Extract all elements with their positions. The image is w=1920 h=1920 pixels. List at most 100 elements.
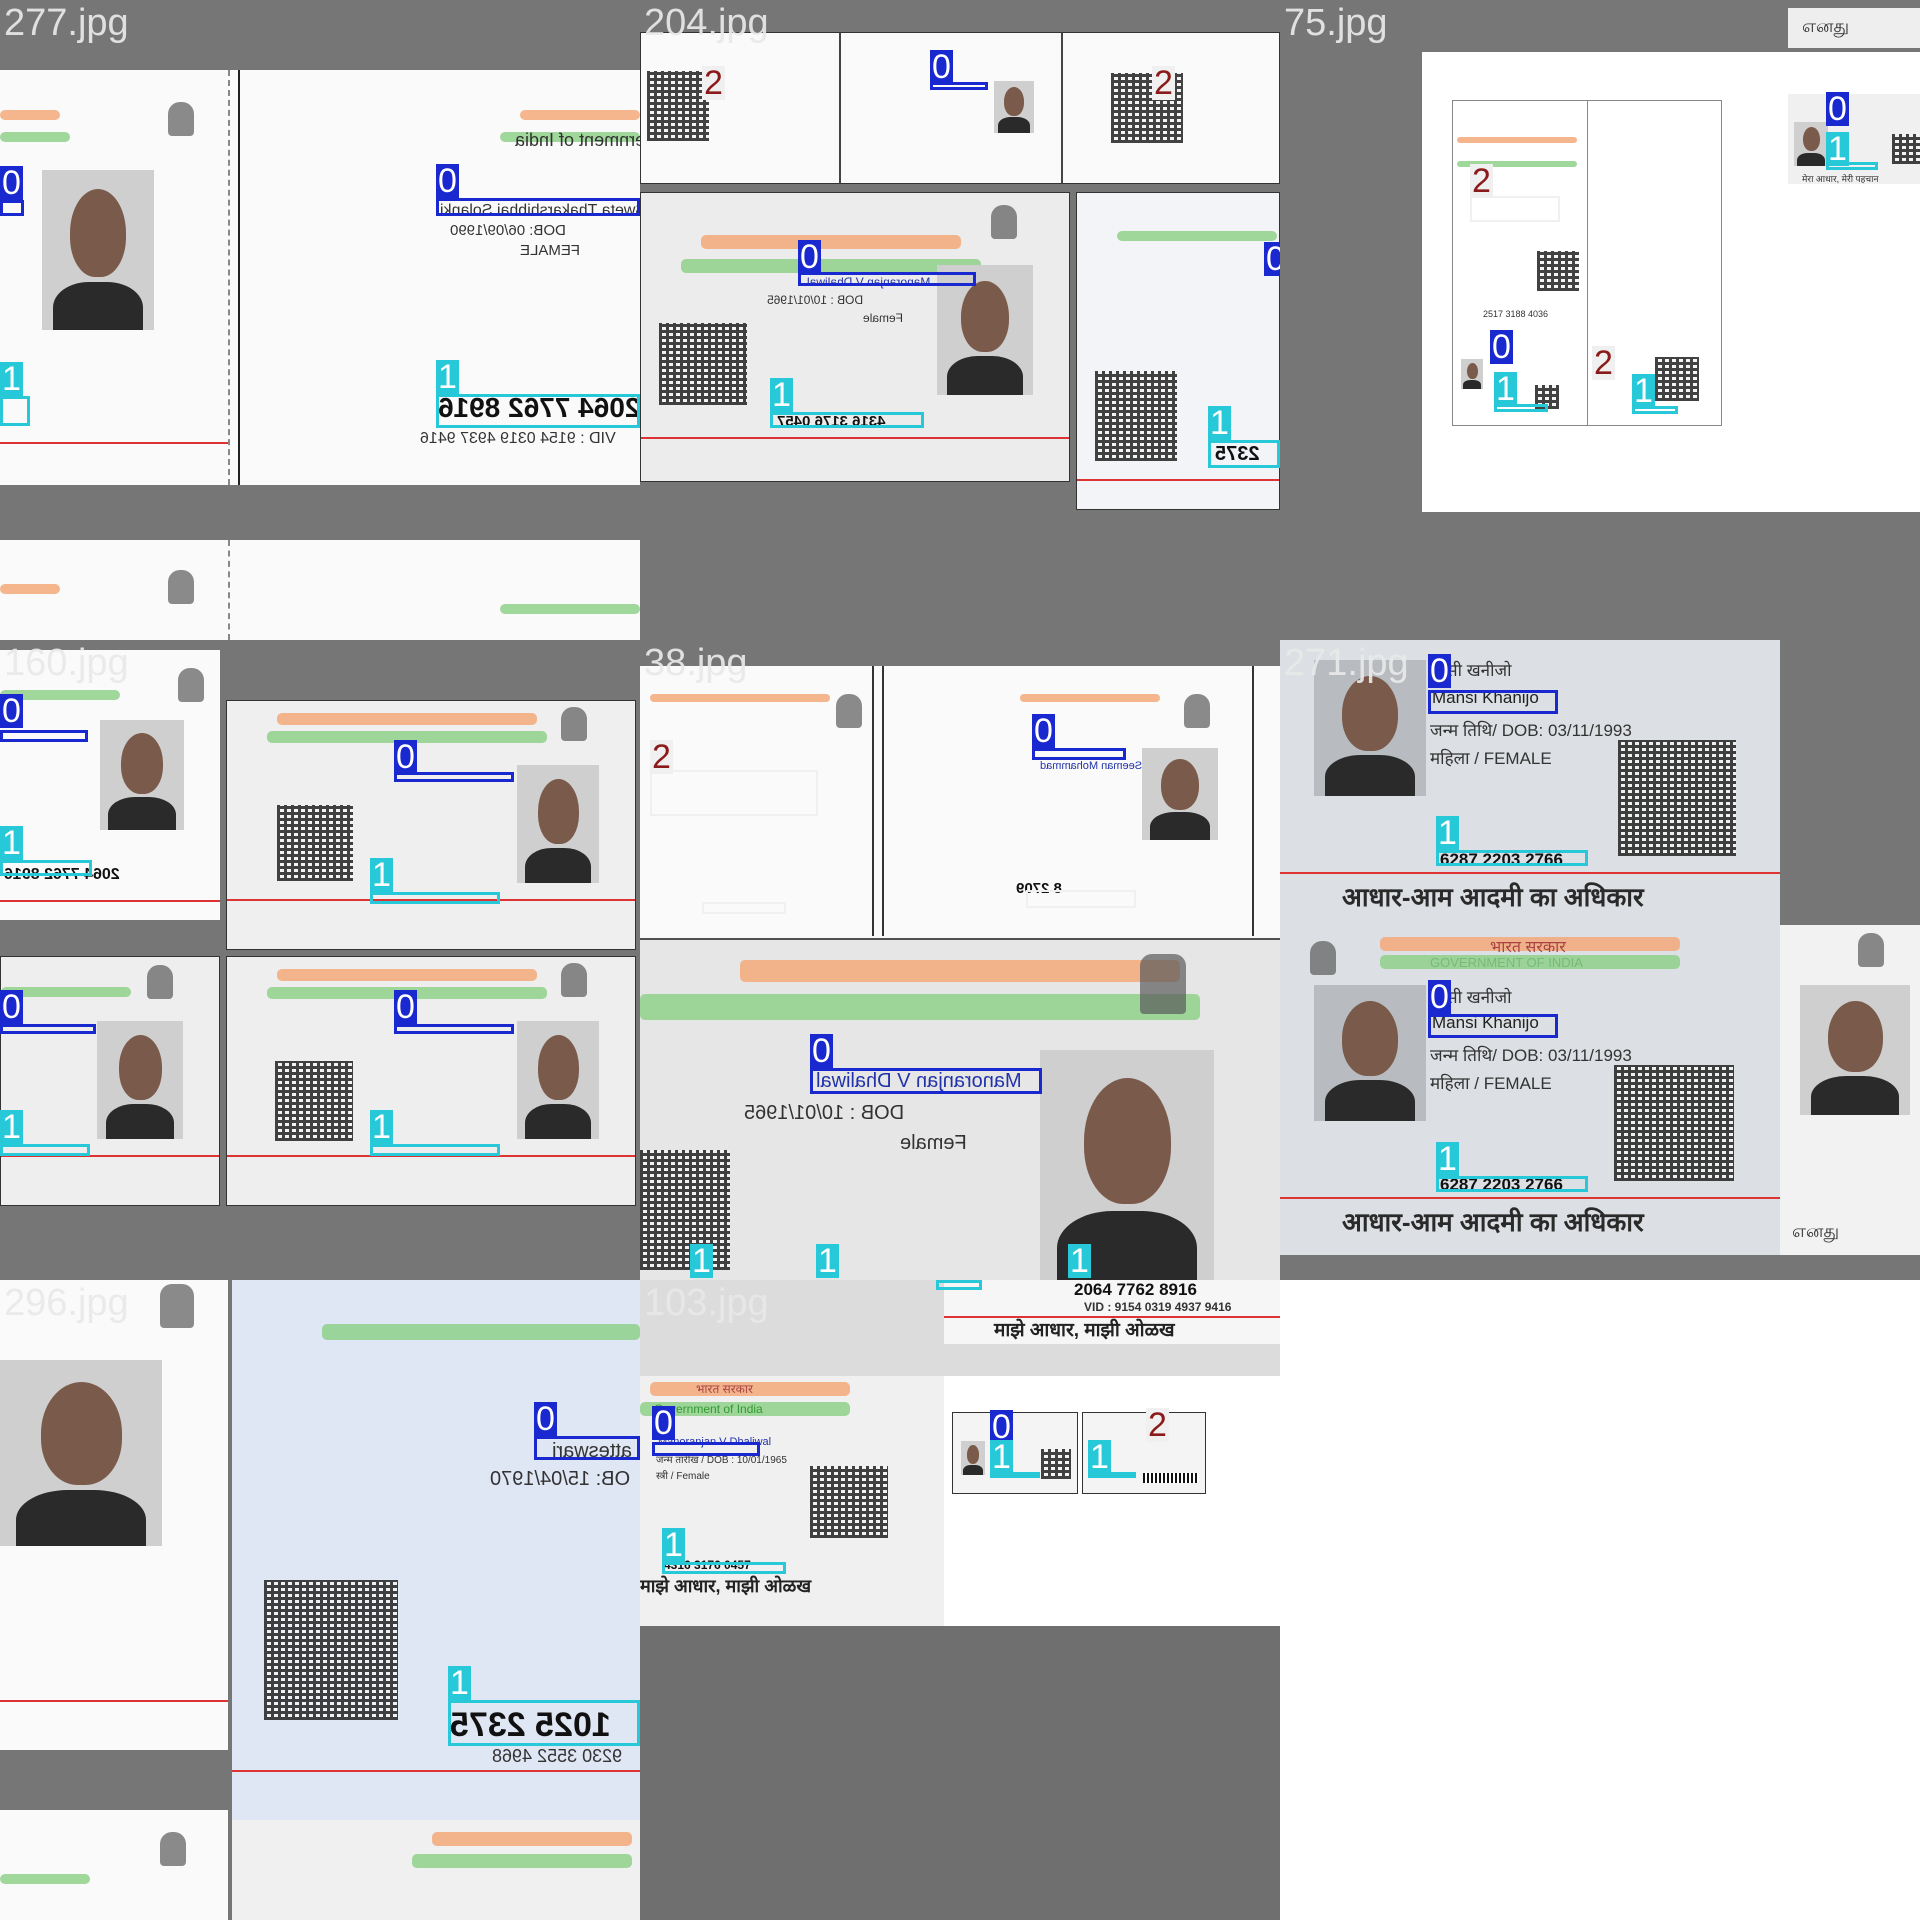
divider	[1252, 666, 1254, 936]
class-label-1: 1	[370, 856, 393, 894]
stripe-green	[1117, 231, 1277, 241]
photo	[100, 720, 184, 830]
dob-text: DOB: 06/09/1990	[450, 222, 566, 239]
red-line	[641, 437, 1069, 439]
qr-code	[277, 805, 353, 881]
govt-text: GOVERNMENT OF INDIA	[1430, 955, 1583, 970]
class-label-1: 1	[0, 1108, 23, 1146]
detection-box-class1	[1826, 162, 1878, 170]
card-thumbnail-front	[952, 1412, 1078, 1494]
stripe-orange	[520, 110, 640, 120]
photo	[517, 1021, 599, 1139]
class-label-0: 0	[1490, 328, 1513, 366]
divider	[1587, 101, 1588, 425]
stripe-green	[0, 1874, 90, 1884]
detection-box-class0	[394, 1024, 514, 1034]
emblem-icon	[561, 707, 587, 741]
aadhaar-card-closeup: Manoranjan V Dhaliwal DOB : 10/01/1965 F…	[640, 940, 1280, 1280]
dob-text: OB: 15/04/1970	[490, 1468, 631, 1490]
tile-38: Seeman Mohammad 8 2709 Manoranjan V Dhal…	[640, 640, 1280, 1280]
class-label-1: 1	[770, 376, 793, 414]
detection-box-class0	[652, 1442, 760, 1456]
qr-code	[264, 1580, 398, 1720]
aadhaar-number: 2517 3188 4036	[1483, 309, 1549, 319]
detection-box-class1	[990, 1472, 1040, 1478]
filename-label: 75.jpg	[1284, 2, 1388, 44]
govt-hindi-text: भारत सरकार	[1490, 939, 1566, 956]
detection-box-class1	[448, 1700, 640, 1746]
detection-box-class0	[0, 200, 24, 216]
class-label-2: 2	[1152, 64, 1175, 102]
card-fragment: எனது	[1788, 8, 1920, 48]
detection-box-class1	[1208, 440, 1280, 468]
emblem-icon	[561, 963, 587, 997]
class-label-0: 0	[394, 738, 417, 776]
detection-box-class2	[1026, 890, 1136, 908]
dob-text: जन्म तिथि/ DOB: 03/11/1993	[1430, 1046, 1632, 1065]
dob-text: जन्म तिथि/ DOB: 03/11/1993	[1430, 721, 1632, 740]
stripe-orange	[0, 584, 60, 594]
gender-text: स्त्री / Female	[656, 1471, 710, 1482]
gray-band	[944, 1626, 1280, 1920]
detection-box-class0	[1428, 690, 1558, 714]
photo	[1461, 359, 1483, 389]
class-label-0: 0	[930, 48, 953, 86]
emblem-icon	[168, 570, 194, 604]
class-label-1: 1	[1632, 372, 1655, 410]
class-label-2: 2	[1592, 344, 1615, 382]
filename-label: 296.jpg	[4, 1282, 129, 1324]
stripe-orange	[277, 969, 537, 981]
photo	[1314, 985, 1426, 1121]
class-label-0: 0	[0, 692, 23, 730]
card-fragment: मेरा आधार, मेरी पहचान	[1788, 94, 1920, 184]
class-label-0: 0	[798, 238, 821, 276]
detection-box-class1	[436, 394, 640, 428]
class-label-2: 2	[650, 738, 673, 776]
aadhaar-card-mirrored	[0, 1280, 228, 1750]
dob-text: DOB : 10/01/1965	[744, 1102, 905, 1124]
class-label-1: 1	[816, 1242, 839, 1280]
detection-box-class0	[394, 772, 514, 782]
stripe-orange	[277, 713, 537, 725]
barcode	[1143, 1473, 1199, 1483]
emblem-icon	[160, 1284, 194, 1328]
vid-text: 9230 3552 4968	[492, 1746, 623, 1766]
name-text: Seeman Mohammad	[1040, 760, 1143, 772]
cut-line	[228, 540, 230, 640]
tile-103: 2064 7762 8916 VID : 9154 0319 4937 9416…	[640, 1280, 1280, 1920]
detection-box-class1	[1632, 406, 1678, 414]
aadhaar-card-repeat	[0, 540, 640, 640]
class-label-1: 1	[0, 360, 23, 398]
photo	[42, 170, 154, 330]
qr-code	[640, 1150, 730, 1270]
stripe-orange	[432, 1832, 632, 1846]
detection-box-class1	[0, 1144, 90, 1156]
detection-box-class2	[702, 902, 786, 914]
red-line	[0, 900, 220, 902]
class-label-0: 0	[1032, 712, 1055, 750]
class-label-1: 1	[1208, 404, 1231, 442]
gender-text: महिला / FEMALE	[1430, 749, 1552, 768]
class-label-0: 0	[534, 1400, 557, 1438]
vid-text: VID : 9154 0319 4937 9416	[1084, 1300, 1232, 1314]
class-label-1: 1	[1068, 1242, 1091, 1280]
stripe-orange	[1020, 694, 1160, 702]
class-label-1: 1	[662, 1526, 685, 1564]
detection-box-class1	[662, 1562, 786, 1574]
filename-label: 271.jpg	[1284, 642, 1409, 684]
tile-160: 2064 7762 8916 0 1 0 1 0 1 0 1 160.jpg	[0, 640, 640, 1280]
emblem-icon	[178, 668, 204, 702]
detection-box-class1	[370, 892, 500, 904]
detection-box-class2	[1470, 196, 1560, 222]
stripe-orange	[740, 960, 1180, 982]
photo	[1040, 1050, 1214, 1280]
aadhaar-printout: 2517 3188 4036	[1452, 100, 1722, 426]
detection-box-class1	[1436, 1176, 1588, 1192]
qr-code	[1095, 371, 1177, 461]
stripe-orange	[650, 694, 830, 702]
footer-text: माझे आधार, माझी ओळख	[640, 1576, 812, 1596]
class-label-1: 1	[370, 1108, 393, 1146]
emblem-icon	[168, 102, 194, 136]
tile-271: बासी खनीजो Mansi Khanijo जन्म तिथि/ DOB:…	[1280, 640, 1920, 1280]
class-label-0: 0	[652, 1404, 675, 1442]
